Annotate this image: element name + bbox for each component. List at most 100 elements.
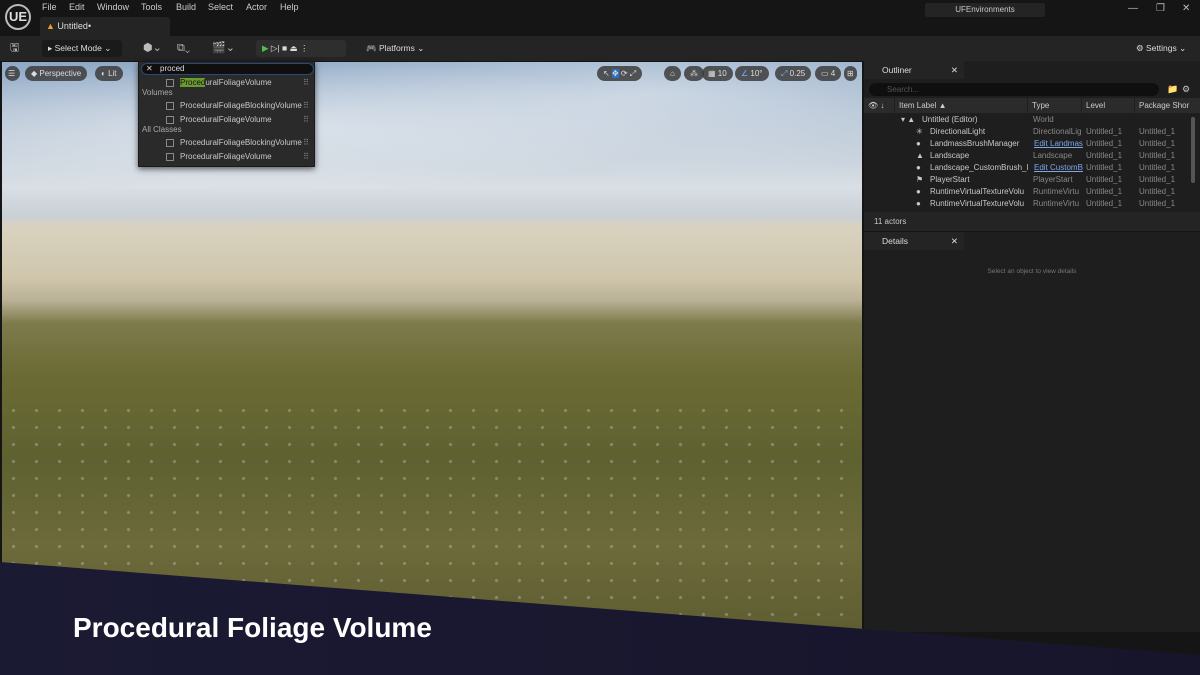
result-label: ProceduralFoliageBlockingVolume [180, 138, 302, 147]
stop-icon[interactable]: ■ [282, 43, 287, 53]
sky [2, 62, 862, 222]
flag-icon: ⚑ [916, 175, 924, 184]
outliner-tab[interactable]: Outliner ✕ [864, 61, 964, 79]
move-icon[interactable]: ✥ [611, 69, 619, 78]
row-package: Untitled_1 [1139, 127, 1176, 136]
outliner-row[interactable]: ● Landscape_CustomBrush_l Edit CustomB Unti… [864, 162, 1190, 174]
menu-build[interactable]: Build [176, 2, 196, 12]
actor-icon: ● [916, 199, 921, 208]
menu-tools[interactable]: Tools [141, 2, 162, 12]
row-type: World [1033, 115, 1054, 124]
eject-icon[interactable]: ⏏ [290, 43, 298, 53]
search-result[interactable]: ProceduralFoliageBlockingVolume ⠿ [139, 100, 314, 112]
menu-select[interactable]: Select [208, 2, 233, 12]
level-viewport[interactable]: ☰ ◆ Perspective ◐ Lit ↖ ✥ ⟳ ⤢ ⌂ ⁂ ▦ 10 ∠… [2, 62, 862, 630]
clear-search-icon[interactable]: ✕ [146, 64, 153, 74]
world-local-icon[interactable]: ⁂ [684, 66, 704, 81]
search-result[interactable]: ProceduralFoliageVolume ⠿ [139, 151, 314, 163]
search-input[interactable]: ✕ proced [141, 63, 314, 75]
level-tab-label: Untitled• [57, 21, 92, 31]
cursor-icon: ▸ [48, 43, 55, 53]
layout-icon[interactable]: ⊞ [844, 66, 857, 81]
place-actor-search-popup: ✕ proced ProceduralFoliageVolume ⠿ Volumes… [138, 61, 315, 167]
close-tab-icon[interactable]: ✕ [951, 232, 958, 250]
outliner-row[interactable]: ▾ ▲ Untitled (Editor) World [864, 114, 1190, 126]
row-label: DirectionalLight [930, 127, 986, 136]
outliner-row[interactable]: ● RuntimeVirtualTextureVolu RuntimeVirtu Un… [864, 198, 1190, 210]
camera-speed-value: 4 [830, 69, 836, 78]
drag-handle-icon[interactable]: ⠿ [303, 100, 309, 112]
outliner-row[interactable]: ✳ DirectionalLight DirectionalLig Untitled_… [864, 126, 1190, 138]
row-type-link[interactable]: Edit CustomB [1034, 162, 1084, 174]
menu-window[interactable]: Window [97, 2, 129, 12]
cinematics-icon[interactable]: 🎬⌄ [212, 40, 235, 57]
result-rest: uralFoliageVolume [205, 78, 272, 87]
add-actor-icon[interactable]: ⬢⌄ [143, 40, 162, 57]
unreal-logo: UE [5, 4, 31, 30]
perspective-button[interactable]: ◆ Perspective [25, 66, 88, 81]
settings-button[interactable]: ⚙ Settings ⌄ [1130, 40, 1192, 57]
viewport-menu-icon[interactable]: ☰ [5, 66, 20, 81]
close-icon[interactable]: ✕ [1182, 3, 1190, 14]
menu-edit[interactable]: Edit [69, 2, 85, 12]
settings-label: Settings [1145, 43, 1177, 53]
blueprint-icon[interactable]: ⧉⌄ [177, 40, 190, 57]
drag-handle-icon[interactable]: ⠿ [303, 77, 309, 89]
play-icon[interactable]: ▶ [262, 43, 269, 53]
restore-icon[interactable]: ❐ [1156, 3, 1165, 14]
row-package: Untitled_1 [1139, 187, 1176, 196]
row-label: LandmassBrushManager [930, 139, 1020, 148]
drag-handle-icon[interactable]: ⠿ [303, 137, 309, 149]
scale-snap[interactable]: ⤢ 0.25 [775, 66, 812, 81]
scale-snap-value: 0.25 [789, 69, 806, 78]
expand-icon[interactable]: ▾ ▲ [901, 114, 915, 126]
column-item-label[interactable]: Item Label ▲ [895, 98, 1027, 113]
visibility-column[interactable]: 👁 ↓ [864, 98, 894, 113]
close-tab-icon[interactable]: ✕ [951, 61, 958, 79]
add-folder-icon[interactable]: 📁 [1167, 84, 1178, 95]
outliner-search-input[interactable]: Search... [869, 83, 1159, 96]
row-package: Untitled_1 [1139, 139, 1176, 148]
lit-button[interactable]: ◐ Lit [95, 66, 123, 81]
minimize-icon[interactable]: — [1128, 3, 1138, 14]
column-type[interactable]: Type [1028, 98, 1081, 113]
outliner-settings-icon[interactable]: ⚙ [1182, 84, 1190, 95]
actor-count: 11 actors [864, 212, 1200, 231]
outliner-row[interactable]: ⚑ PlayerStart PlayerStart Untitled_1 Untitle… [864, 174, 1190, 186]
row-type-link[interactable]: Edit Landmas [1034, 138, 1084, 150]
more-icon[interactable]: ⋮ [300, 43, 309, 53]
details-empty-message: Select an object to view details [987, 268, 1077, 275]
rotation-snap[interactable]: ∠ 10° [735, 66, 769, 81]
column-package[interactable]: Package Shor [1135, 98, 1200, 113]
details-title: Details [882, 236, 908, 246]
save-icon[interactable]: 🖫 [10, 40, 19, 57]
drag-handle-icon[interactable]: ⠿ [303, 151, 309, 163]
category-all-classes: All Classes [142, 125, 182, 134]
grid-snap[interactable]: ▦ 10 [702, 66, 733, 81]
surface-snap-icon[interactable]: ⌂ [664, 66, 681, 81]
row-label: PlayerStart [930, 175, 970, 184]
outliner-rows: ▾ ▲ Untitled (Editor) World ✳ DirectionalLi… [864, 114, 1200, 212]
drag-handle-icon[interactable]: ⠿ [303, 114, 309, 126]
select-mode-dropdown[interactable]: ▸ Select Mode ⌄ [42, 40, 122, 57]
level-icon: ▲ [46, 21, 58, 31]
details-tab[interactable]: Details ✕ [864, 232, 964, 250]
menu-help[interactable]: Help [280, 2, 299, 12]
menu-file[interactable]: File [42, 2, 57, 12]
outliner-row[interactable]: ▲ Landscape Landscape Untitled_1 Untitled_1 [864, 150, 1190, 162]
search-result[interactable]: ProceduralFoliageBlockingVolume ⠿ [139, 137, 314, 149]
camera-speed[interactable]: ▭ 4 [815, 66, 842, 81]
title-bar: UE File Edit Window Tools Build Select A… [0, 0, 1200, 36]
level-tab[interactable]: ▲ Untitled• [40, 17, 170, 36]
outliner-row[interactable]: ● LandmassBrushManager Edit Landmas Untitle… [864, 138, 1190, 150]
step-icon[interactable]: ▷| [271, 43, 280, 53]
row-label: RuntimeVirtualTextureVolu [930, 187, 1025, 196]
outliner-scrollbar[interactable] [1191, 117, 1195, 183]
transform-tools[interactable]: ↖ ✥ ⟳ ⤢ [597, 66, 643, 81]
outliner-row[interactable]: ● RuntimeVirtualTextureVolu RuntimeVirtu Un… [864, 186, 1190, 198]
select-mode-label: Select Mode [54, 43, 102, 53]
column-level[interactable]: Level [1082, 98, 1134, 113]
platforms-dropdown[interactable]: 🎮 Platforms ⌄ [360, 40, 430, 57]
menu-actor[interactable]: Actor [246, 2, 267, 12]
row-label: Untitled (Editor) [922, 115, 978, 124]
